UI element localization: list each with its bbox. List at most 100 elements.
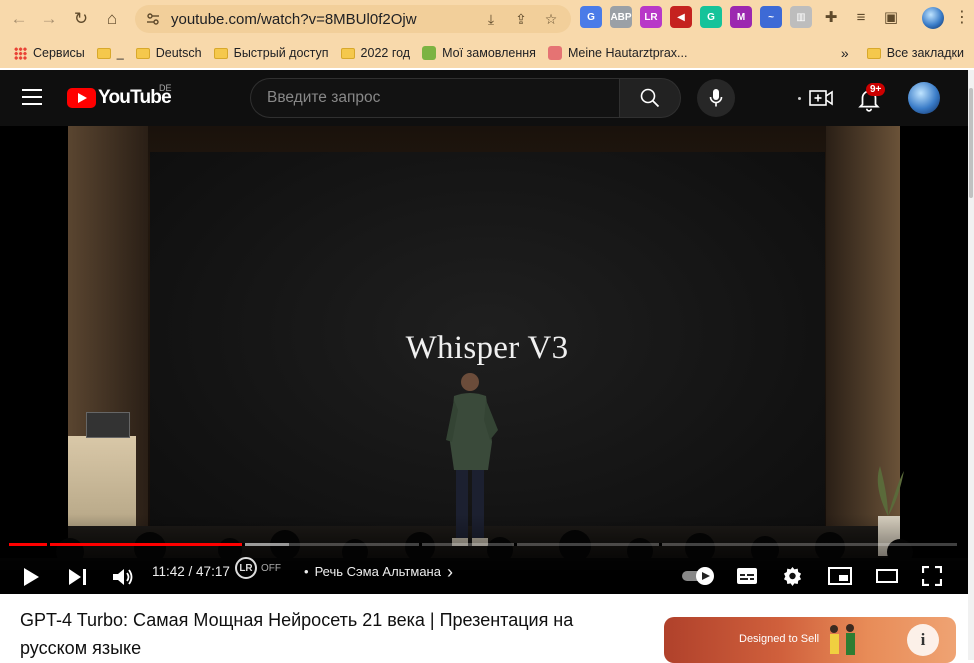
search-icon xyxy=(640,88,660,108)
settings-gear-icon[interactable] xyxy=(783,566,803,586)
info-icon[interactable]: i xyxy=(907,624,939,656)
bookmarks-right: » Все закладки xyxy=(841,38,964,68)
bookmark-label: Meine Hautarztprax... xyxy=(567,46,688,60)
scrollbar-thumb[interactable] xyxy=(969,88,973,198)
youtube-play-icon xyxy=(67,88,96,108)
more-bookmarks-icon[interactable]: » xyxy=(841,45,849,61)
miniplayer-icon[interactable] xyxy=(828,567,852,585)
laptop xyxy=(86,412,130,438)
ad-card[interactable]: Designed to Sell i xyxy=(664,617,956,663)
create-button[interactable] xyxy=(808,86,834,110)
share-icon[interactable]: ⇪ xyxy=(511,9,531,29)
autoplay-toggle-icon[interactable] xyxy=(681,566,717,586)
puzzle-icon[interactable]: ✚ xyxy=(820,6,842,28)
megaphone-icon[interactable]: ◀ xyxy=(670,6,692,28)
url-text[interactable]: youtube.com/watch?v=8MBUl0f2Ojw xyxy=(171,11,417,28)
search-input[interactable] xyxy=(267,89,620,107)
gray-extension-icon[interactable]: ▥ xyxy=(790,6,812,28)
notification-badge: 9+ xyxy=(866,83,886,96)
chapter-marker xyxy=(419,543,422,546)
chevron-right-icon: › xyxy=(446,561,453,582)
bookmark-item[interactable]: Сервисы xyxy=(14,46,85,60)
favicon-icon xyxy=(547,46,562,60)
m-extension-icon[interactable]: M xyxy=(730,6,752,28)
all-bookmarks-button[interactable]: Все закладки xyxy=(866,46,964,60)
grammarly-icon[interactable]: G xyxy=(700,6,722,28)
progress-played xyxy=(9,543,244,546)
site-info-icon[interactable] xyxy=(145,11,161,27)
menu-icon[interactable] xyxy=(22,89,42,105)
bookmark-item[interactable]: Мої замовлення xyxy=(422,46,536,60)
sidepanel-icon[interactable]: ▣ xyxy=(880,6,902,28)
chapter-marker xyxy=(514,543,517,546)
kebab-menu-icon[interactable]: ⋮ xyxy=(954,7,970,27)
folder-icon xyxy=(340,47,355,59)
profile-avatar[interactable] xyxy=(922,7,944,29)
bookmark-label: 2022 год xyxy=(360,46,411,60)
bookmark-label: Сервисы xyxy=(33,46,85,60)
volume-icon[interactable] xyxy=(112,567,134,587)
back-arrow-icon[interactable]: ← xyxy=(4,4,34,34)
chapter-button[interactable]: • Речь Сэма Альтмана › xyxy=(304,561,453,582)
folder-icon xyxy=(213,47,228,59)
video-title: GPT-4 Turbo: Самая Мощная Нейросеть 21 в… xyxy=(20,610,574,658)
home-icon[interactable]: ⌂ xyxy=(97,4,127,34)
mic-icon xyxy=(709,89,723,107)
next-icon[interactable] xyxy=(68,568,88,586)
chapter-bullet: • xyxy=(304,564,309,579)
lr-extension-icon[interactable]: LR xyxy=(640,6,662,28)
bookmark-item[interactable]: Deutsch xyxy=(135,46,202,60)
lr-badge-icon: LR xyxy=(235,557,257,579)
chapter-title: Речь Сэма Альтмана xyxy=(314,564,441,579)
ad-text: Designed to Sell xyxy=(739,633,820,645)
favicon-icon xyxy=(422,46,437,60)
bookmark-item[interactable]: 2022 год xyxy=(340,46,411,60)
folder-icon xyxy=(135,47,150,59)
bookmark-item[interactable]: Быстрый доступ xyxy=(213,46,329,60)
bookmark-label: Быстрый доступ xyxy=(233,46,329,60)
bookmark-label: Мої замовлення xyxy=(442,46,536,60)
apps-grid-icon xyxy=(14,46,27,60)
star-bookmark-icon[interactable]: ☆ xyxy=(541,9,561,29)
chapter-marker xyxy=(659,543,662,546)
lr-extension-toggle[interactable]: LR OFF xyxy=(235,557,281,579)
search-button[interactable] xyxy=(619,78,681,118)
reload-icon[interactable]: ↻ xyxy=(66,4,96,34)
extensions-area: G ABP LR ◀ G M ~ ▥ ✚ ≡ ▣ xyxy=(580,6,902,28)
time-current: 11:42 xyxy=(152,564,185,579)
video-title-area: GPT-4 Turbo: Самая Мощная Нейросеть 21 в… xyxy=(20,606,620,662)
region-code: DE xyxy=(159,83,172,93)
screen-title-text: Whisper V3 xyxy=(405,330,569,366)
player-controls: 11:42 / 47:17 LR OFF • Речь Сэма Альтман… xyxy=(0,554,968,594)
chapter-marker xyxy=(242,543,245,546)
account-avatar[interactable] xyxy=(908,82,940,114)
browser-toolbar: ← → ↻ ⌂ youtube.com/watch?v=8MBUl0f2Ojw … xyxy=(0,0,974,38)
dot-indicator xyxy=(798,97,801,100)
youtube-logo[interactable]: YouTube xyxy=(67,87,172,109)
youtube-header: YouTube DE 9+ xyxy=(0,70,968,126)
voice-search-button[interactable] xyxy=(697,79,735,117)
chapter-marker xyxy=(47,543,50,546)
bookmark-label: Deutsch xyxy=(155,46,202,60)
bookmark-item[interactable]: _ xyxy=(96,46,124,60)
bookmark-item[interactable]: Meine Hautarztprax... xyxy=(547,46,688,60)
folder-icon xyxy=(96,47,111,59)
address-bar[interactable]: youtube.com/watch?v=8MBUl0f2Ojw ⤓ ⇪ ☆ xyxy=(135,5,571,33)
video-player[interactable]: Whisper V3 11:42 / 47:17 LR OFF • Речь С… xyxy=(0,126,968,594)
adblock-icon[interactable]: ABP xyxy=(610,6,632,28)
folder-icon xyxy=(866,47,881,59)
theater-mode-icon[interactable] xyxy=(876,569,898,583)
search-box xyxy=(250,78,620,118)
install-icon[interactable]: ⤓ xyxy=(481,9,501,29)
forward-arrow-icon[interactable]: → xyxy=(34,4,64,34)
wave-icon[interactable]: ~ xyxy=(760,6,782,28)
video-add-icon xyxy=(809,90,833,106)
fullscreen-icon[interactable] xyxy=(922,566,942,586)
subtitles-icon[interactable] xyxy=(736,567,758,585)
translate-icon[interactable]: G xyxy=(580,6,602,28)
all-bookmarks-label: Все закладки xyxy=(886,46,964,60)
play-icon[interactable] xyxy=(22,567,40,587)
progress-bar[interactable] xyxy=(9,543,957,546)
time-separator: / xyxy=(184,564,197,579)
playlist-icon[interactable]: ≡ xyxy=(850,6,872,28)
